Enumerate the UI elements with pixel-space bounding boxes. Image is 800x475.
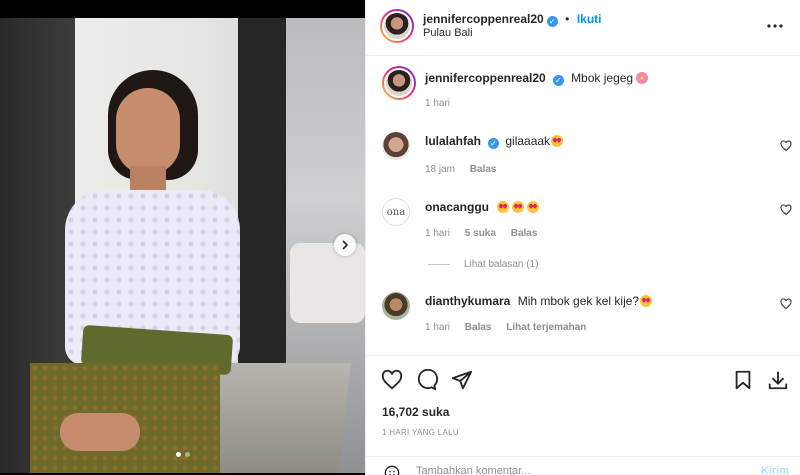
comment-like-heart-icon[interactable] bbox=[780, 298, 792, 310]
photo-pillow bbox=[290, 243, 365, 323]
comment-time: 18 jam bbox=[425, 164, 456, 175]
carousel-dot-active bbox=[175, 452, 181, 457]
reply-button[interactable]: Balas bbox=[465, 322, 492, 333]
caption: jennifercoppenreal20 ✓ Mbok jegeg 1 hari bbox=[382, 66, 792, 116]
caption-avatar[interactable] bbox=[382, 66, 416, 100]
comment-like-heart-icon[interactable] bbox=[780, 204, 792, 216]
carousel-dot bbox=[184, 452, 190, 457]
carousel-dots bbox=[0, 452, 365, 457]
carousel-next-button[interactable] bbox=[334, 234, 356, 256]
view-replies-label: Lihat balasan (1) bbox=[464, 259, 539, 270]
post-photo[interactable] bbox=[0, 18, 365, 473]
translate-button[interactable]: Lihat terjemahan bbox=[506, 322, 586, 333]
more-options-button[interactable] bbox=[766, 13, 784, 34]
comment-username[interactable]: lulalahfah bbox=[425, 134, 481, 148]
comment-likes-count[interactable]: 5 suka bbox=[465, 228, 496, 239]
heart-eyes-emoji-icon bbox=[640, 295, 653, 307]
heart-icon[interactable] bbox=[381, 369, 403, 391]
author-avatar[interactable] bbox=[380, 9, 414, 43]
author-username[interactable]: jennifercoppenreal20 bbox=[423, 12, 544, 26]
comment-username[interactable]: onacanggu bbox=[425, 200, 489, 214]
send-icon[interactable] bbox=[451, 369, 473, 391]
commenter-avatar[interactable] bbox=[382, 132, 410, 160]
flower-emoji-icon bbox=[636, 72, 649, 84]
view-replies-button[interactable]: Lihat balasan (1) bbox=[428, 259, 539, 270]
post-date[interactable]: 1 HARI YANG LALU bbox=[382, 428, 459, 437]
verified-badge-icon: ✓ bbox=[546, 16, 558, 27]
comment-time: 1 hari bbox=[425, 228, 451, 239]
comment-item: dianthykumara Mih mbok gek kel kije? 1 h… bbox=[382, 290, 792, 340]
comment-text: gilaaaak bbox=[505, 134, 551, 148]
post-comment-button[interactable]: Kirim bbox=[761, 465, 789, 475]
more-icon bbox=[767, 24, 783, 28]
commenter-avatar[interactable]: ona bbox=[382, 198, 410, 226]
caption-text: Mbok jegeg bbox=[571, 71, 634, 85]
post-actions: 16,702 suka 1 HARI YANG LALU Kirim bbox=[366, 355, 800, 475]
reply-button[interactable]: Balas bbox=[470, 164, 497, 175]
download-icon[interactable] bbox=[767, 369, 789, 391]
reply-button[interactable]: Balas bbox=[511, 228, 538, 239]
comment-input[interactable] bbox=[416, 465, 716, 475]
likes-count[interactable]: 16,702 suka bbox=[382, 405, 449, 419]
comment-time: 1 hari bbox=[425, 322, 451, 333]
comment-username[interactable]: dianthykumara bbox=[425, 294, 510, 308]
comment-item: lulalahfah ✓ gilaaaak 18 jam Balas bbox=[382, 130, 792, 180]
post-media bbox=[0, 0, 365, 475]
verified-badge-icon: ✓ bbox=[488, 138, 500, 149]
verified-badge-icon: ✓ bbox=[552, 75, 564, 86]
view-replies-line bbox=[428, 264, 450, 265]
commenter-avatar-logo: ona bbox=[386, 206, 406, 218]
emoji-icon[interactable] bbox=[384, 465, 400, 475]
post-header: jennifercoppenreal20 ✓ • Ikuti Pulau Bali bbox=[366, 0, 800, 56]
heart-eyes-emoji-icon bbox=[527, 201, 540, 213]
photo-hands bbox=[60, 413, 140, 451]
comment-text: Mih mbok gek kel kije? bbox=[517, 294, 640, 308]
commenter-avatar[interactable] bbox=[382, 292, 410, 320]
caption-time: 1 hari bbox=[425, 98, 451, 109]
heart-eyes-emoji-icon bbox=[551, 135, 564, 147]
comment-composer: Kirim bbox=[366, 456, 800, 475]
heart-eyes-emoji-icon bbox=[512, 201, 525, 213]
bookmark-icon[interactable] bbox=[732, 369, 754, 391]
comment-like-heart-icon[interactable] bbox=[780, 140, 792, 152]
post-details: jennifercoppenreal20 ✓ • Ikuti Pulau Bali… bbox=[365, 0, 800, 475]
follow-button[interactable]: Ikuti bbox=[577, 12, 602, 26]
heart-eyes-emoji-icon bbox=[497, 201, 510, 213]
chevron-right-icon bbox=[342, 240, 349, 250]
comment-icon[interactable] bbox=[416, 369, 438, 391]
comment-item: ona onacanggu 1 hari 5 suka Balas bbox=[382, 196, 792, 256]
separator-dot: • bbox=[565, 12, 570, 26]
photo-face bbox=[116, 88, 180, 174]
post-location[interactable]: Pulau Bali bbox=[423, 27, 473, 39]
caption-username[interactable]: jennifercoppenreal20 bbox=[425, 71, 546, 85]
